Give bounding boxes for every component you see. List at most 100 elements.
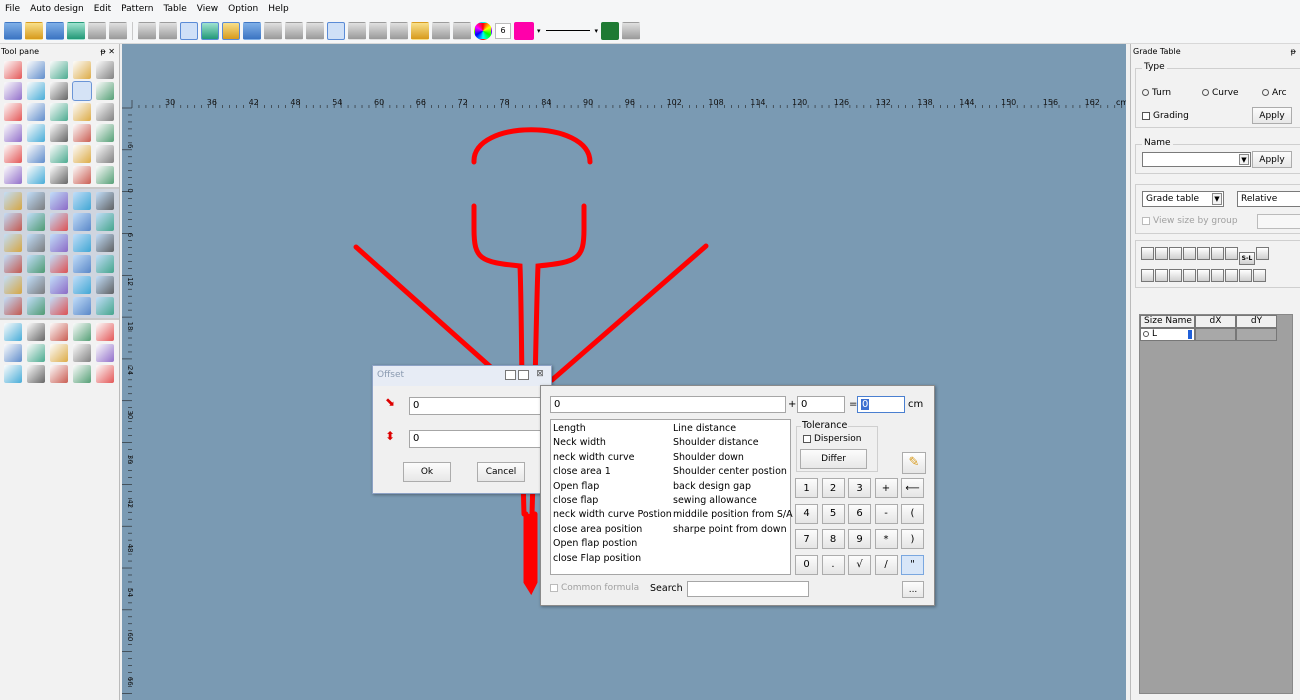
tool-icon[interactable] bbox=[73, 124, 91, 142]
tool-icon[interactable] bbox=[73, 323, 91, 341]
menu-auto-design[interactable]: Auto design bbox=[25, 4, 89, 14]
view-by-group-checkbox[interactable]: View size by group bbox=[1142, 216, 1238, 226]
search-input[interactable] bbox=[687, 581, 809, 597]
relative-mode-select[interactable]: Relative bbox=[1237, 191, 1300, 207]
ruler-pair-icon[interactable] bbox=[390, 21, 408, 40]
calc-key[interactable]: 6 bbox=[848, 503, 871, 524]
tool-icon[interactable] bbox=[96, 213, 114, 231]
tool-icon[interactable] bbox=[96, 192, 114, 210]
calc-key[interactable]: 8 bbox=[821, 529, 845, 549]
tool-icon[interactable] bbox=[73, 166, 91, 184]
tool-icon[interactable] bbox=[4, 82, 22, 100]
chevron-down-icon[interactable]: ▾ bbox=[595, 27, 599, 35]
tool-icon[interactable] bbox=[27, 365, 45, 383]
tool-icon[interactable] bbox=[96, 166, 114, 184]
notch-ruler-icon[interactable] bbox=[411, 21, 429, 40]
grid-table-icon[interactable] bbox=[159, 21, 177, 40]
tool-icon[interactable] bbox=[96, 124, 114, 142]
new-file-icon[interactable] bbox=[4, 21, 22, 40]
tool-icon[interactable] bbox=[96, 82, 114, 100]
close-icon[interactable]: ✕ bbox=[108, 47, 115, 56]
tool-icon[interactable] bbox=[4, 234, 22, 252]
color-wheel-icon[interactable] bbox=[474, 21, 492, 40]
calc-key[interactable]: √ bbox=[848, 554, 871, 575]
curve-radio[interactable]: Curve bbox=[1202, 88, 1239, 98]
pattern-frame-icon[interactable] bbox=[138, 21, 156, 40]
tool-icon[interactable] bbox=[4, 323, 22, 341]
tool-icon[interactable] bbox=[50, 365, 68, 383]
paste-x-icon[interactable] bbox=[1169, 247, 1182, 260]
tool-icon[interactable] bbox=[27, 323, 45, 341]
calc-key[interactable]: 3 bbox=[848, 478, 871, 498]
measure-icon[interactable] bbox=[264, 21, 282, 40]
apply-name-button[interactable]: Apply bbox=[1252, 151, 1292, 168]
list-item[interactable]: middile position from S/A bbox=[673, 508, 793, 522]
tool-icon[interactable] bbox=[73, 276, 91, 294]
sigma-icon[interactable] bbox=[243, 21, 261, 40]
eraser-icon[interactable] bbox=[109, 21, 127, 40]
list-item[interactable]: neck width curve Postion bbox=[553, 508, 672, 522]
tool-icon[interactable] bbox=[4, 213, 22, 231]
tool-icon[interactable] bbox=[96, 145, 114, 163]
calc-key[interactable]: / bbox=[874, 554, 898, 575]
dy-cell[interactable] bbox=[1236, 328, 1277, 341]
tool-icon[interactable] bbox=[50, 213, 68, 231]
tool-icon[interactable] bbox=[50, 297, 68, 315]
tool-icon[interactable] bbox=[4, 192, 22, 210]
pin-icon[interactable]: ᵽ bbox=[1291, 47, 1296, 56]
size-name-cell[interactable]: L bbox=[1140, 328, 1195, 341]
offset-y-input[interactable]: 0 bbox=[409, 430, 553, 448]
list-item[interactable]: Open flap postion bbox=[553, 537, 672, 551]
list-item[interactable]: sharpe point from down bbox=[673, 523, 793, 537]
tool-icon[interactable] bbox=[72, 81, 92, 101]
differ-button[interactable]: Differ bbox=[800, 449, 867, 469]
redo-icon[interactable] bbox=[88, 21, 106, 40]
tool-icon[interactable] bbox=[4, 61, 22, 79]
dx-column[interactable]: dX bbox=[1195, 315, 1236, 328]
list-item[interactable]: close flap bbox=[553, 494, 672, 508]
tool-icon[interactable] bbox=[4, 103, 22, 121]
columns-icon[interactable] bbox=[1211, 269, 1224, 282]
brush-icon[interactable] bbox=[285, 21, 303, 40]
line-style-selector[interactable] bbox=[545, 30, 590, 31]
tool-icon[interactable] bbox=[73, 255, 91, 273]
menu-option[interactable]: Option bbox=[223, 4, 263, 14]
calc-key[interactable]: 4 bbox=[795, 503, 818, 524]
tool-icon[interactable] bbox=[73, 145, 91, 163]
table-view-icon[interactable] bbox=[518, 370, 529, 380]
tool-icon[interactable] bbox=[50, 166, 68, 184]
mirror-x-icon[interactable] bbox=[1197, 247, 1210, 260]
tool-icon[interactable] bbox=[50, 192, 68, 210]
dispersion-checkbox[interactable]: Dispersion bbox=[803, 434, 861, 444]
cancel-button[interactable]: Cancel bbox=[477, 462, 525, 482]
list-item[interactable]: close area position bbox=[553, 523, 672, 537]
size-letter-icon[interactable]: S-L bbox=[1239, 252, 1255, 265]
calc-key[interactable]: ( bbox=[901, 503, 924, 524]
menu-pattern[interactable]: Pattern bbox=[116, 4, 158, 14]
tool-icon[interactable] bbox=[73, 213, 91, 231]
calc-key[interactable]: + bbox=[874, 478, 898, 498]
line-chart-icon[interactable] bbox=[348, 21, 366, 40]
calc-key[interactable]: . bbox=[821, 554, 845, 575]
film-icon[interactable] bbox=[601, 21, 620, 40]
tool-icon[interactable] bbox=[27, 82, 45, 100]
offset-x-input[interactable]: 0 bbox=[409, 397, 553, 415]
tool-icon[interactable] bbox=[73, 344, 91, 362]
mirror-y-icon[interactable] bbox=[1211, 247, 1224, 260]
tool-icon[interactable] bbox=[96, 297, 114, 315]
tool-icon[interactable] bbox=[50, 82, 68, 100]
paste-grade-icon[interactable] bbox=[1155, 247, 1168, 260]
layout-window-icon[interactable] bbox=[180, 21, 198, 40]
table-row[interactable]: L bbox=[1140, 328, 1277, 341]
tool-icon[interactable] bbox=[96, 103, 114, 121]
shirt-pattern-icon[interactable] bbox=[201, 21, 219, 40]
list-item[interactable]: close area 1 bbox=[553, 465, 672, 479]
tool-icon[interactable] bbox=[96, 344, 114, 362]
arc-radio[interactable]: Arc bbox=[1262, 88, 1287, 98]
formula-input[interactable]: 0 bbox=[550, 396, 786, 413]
variable-list[interactable]: Length Neck width neck width curve close ar… bbox=[550, 419, 793, 575]
pen-color-swatch[interactable] bbox=[514, 21, 534, 40]
pattern-left-line[interactable] bbox=[353, 244, 497, 373]
tool-icon[interactable] bbox=[50, 276, 68, 294]
tool-icon[interactable] bbox=[50, 255, 68, 273]
